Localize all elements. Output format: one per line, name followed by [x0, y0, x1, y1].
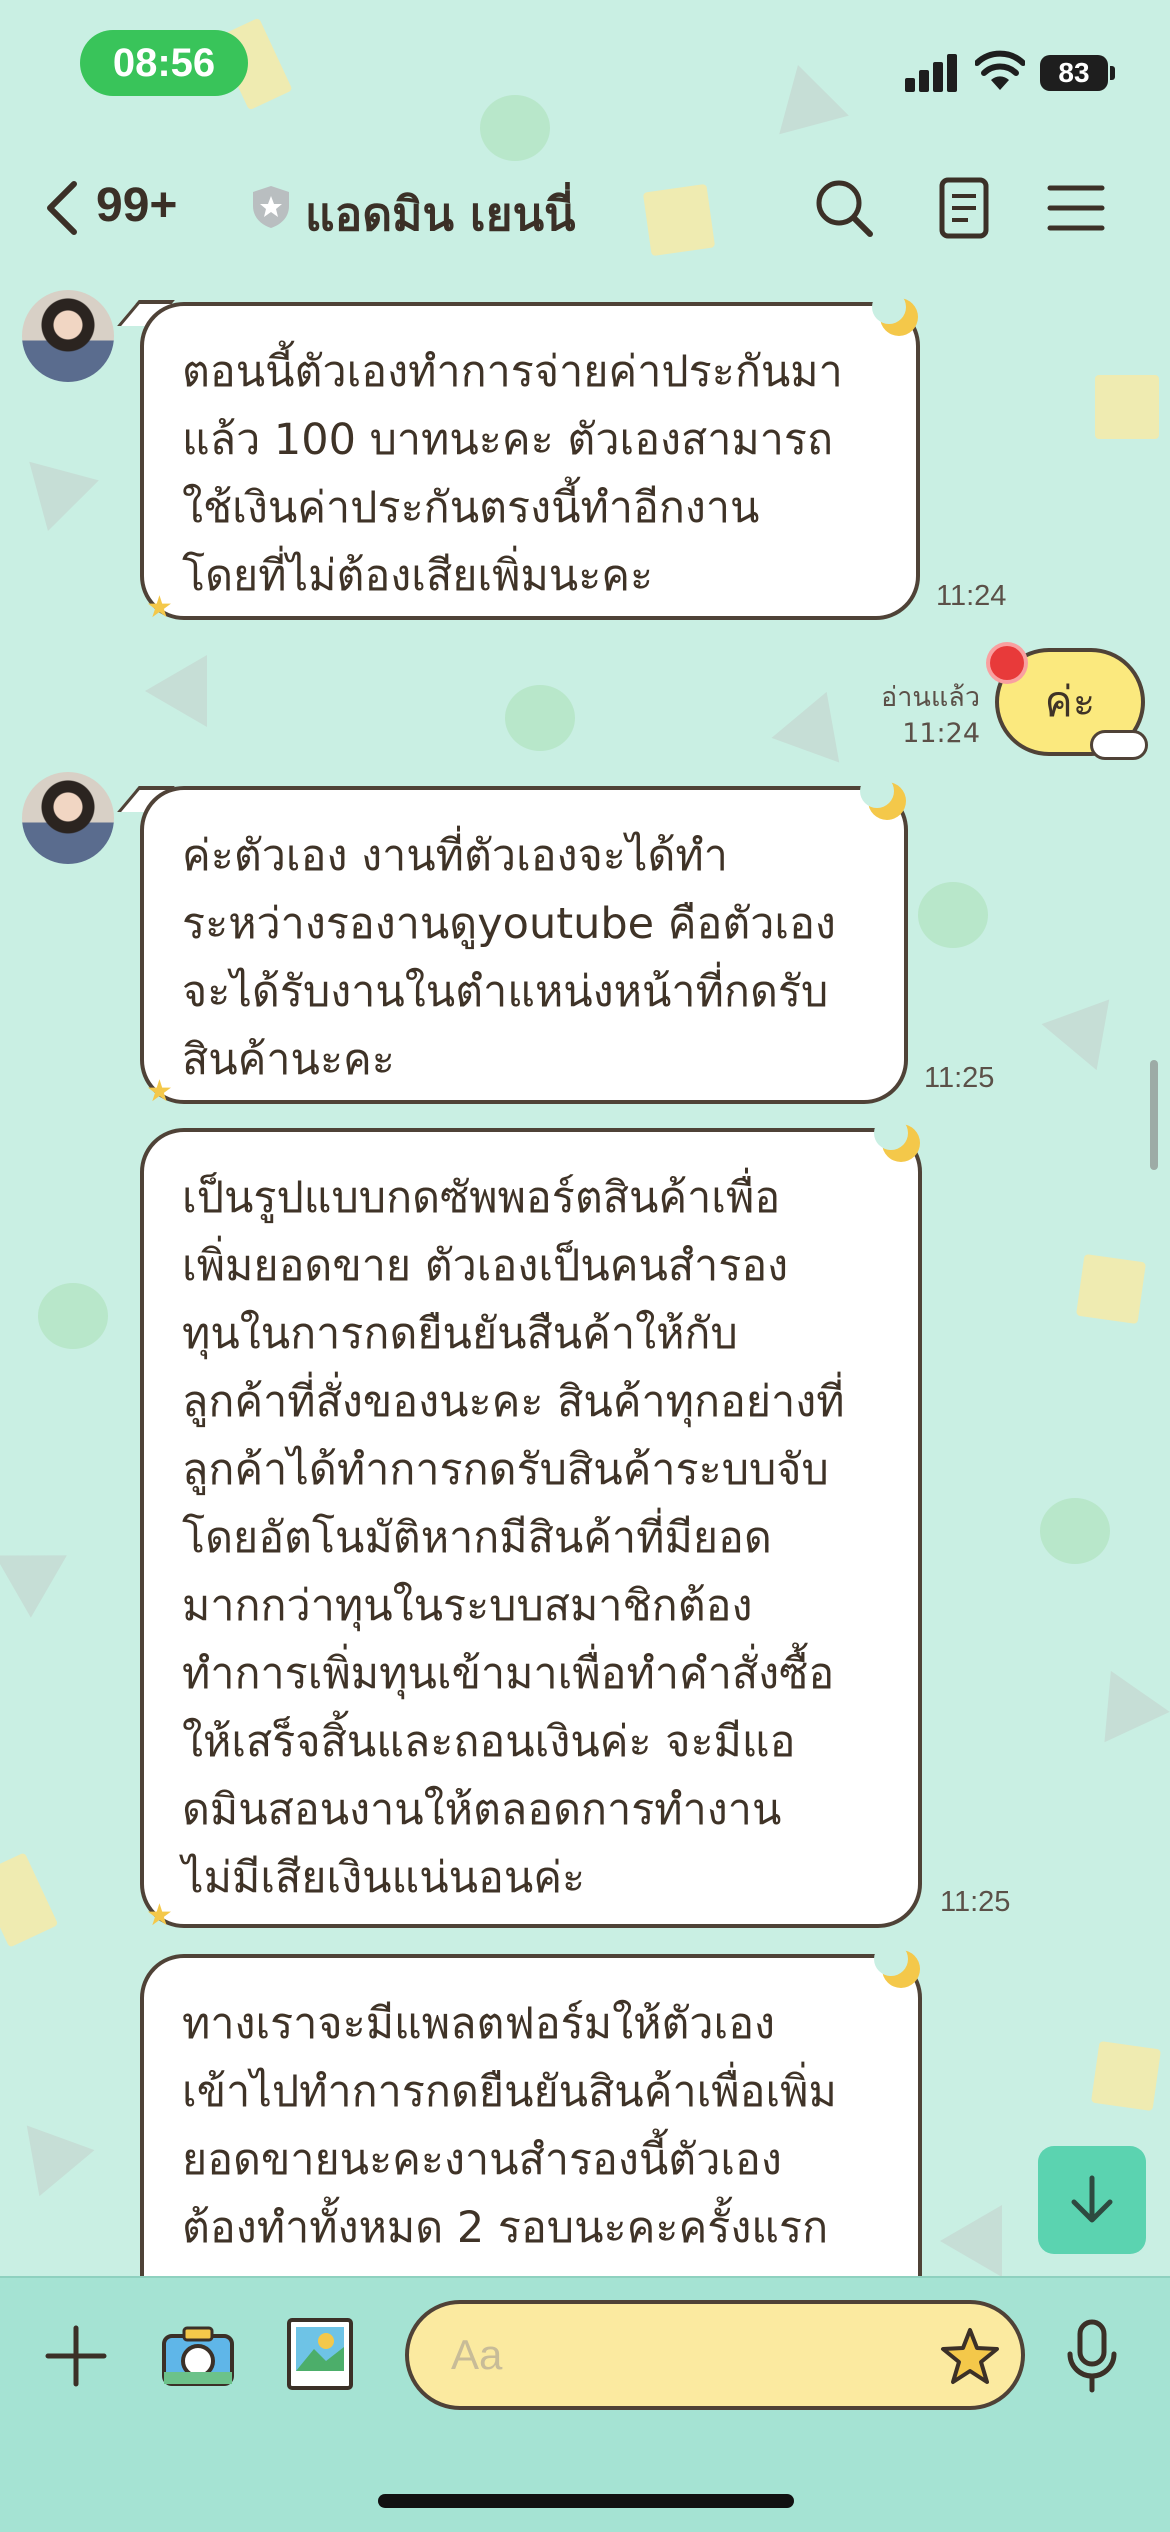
message-bubble[interactable]: ตอนนี้ตัวเองทำการจ่ายค่าประกันมา แล้ว 10… [140, 302, 920, 620]
bg-shape [1090, 2040, 1162, 2112]
message-time: 11:24 [936, 580, 1007, 612]
scroll-down-button[interactable] [1038, 2146, 1146, 2254]
bg-shape [0, 1524, 67, 1618]
status-time: 08:56 [80, 30, 248, 96]
bg-shape [5, 2125, 95, 2209]
unread-count[interactable]: 99+ [96, 178, 177, 233]
signal-icon [905, 52, 959, 92]
arrow-down-icon [1071, 2175, 1113, 2223]
message-bubble[interactable]: เป็นรูปแบบกดซัพพอร์ตสินค้าเพื่อ เพิ่มยอด… [140, 1128, 922, 1928]
message-time: 11:25 [940, 1886, 1011, 1918]
bg-shape [38, 1283, 108, 1349]
star-icon: ★ [146, 1074, 173, 1109]
home-indicator [378, 2494, 794, 2508]
moon-icon [874, 1116, 920, 1162]
plus-icon[interactable] [40, 2320, 112, 2392]
wifi-icon [975, 50, 1025, 90]
bg-shape [505, 685, 575, 751]
bg-shape [1041, 999, 1131, 1083]
message-input[interactable] [451, 2324, 911, 2386]
moon-icon [860, 774, 906, 820]
message-input-wrapper [405, 2300, 1025, 2410]
back-chevron-icon[interactable] [42, 178, 82, 238]
menu-icon[interactable] [1040, 172, 1112, 244]
my-message-time: 11:24 [902, 718, 980, 749]
bg-shape [940, 2205, 1002, 2277]
star-icon: ★ [146, 1898, 173, 1933]
bg-shape [1040, 1498, 1110, 1564]
notes-icon[interactable] [928, 172, 1000, 244]
image-icon[interactable] [284, 2314, 356, 2394]
search-icon[interactable] [808, 172, 880, 244]
chat-title: แอดมิน เยนนี่ [305, 187, 576, 241]
battery-icon [1110, 66, 1115, 80]
bg-shape [771, 679, 861, 763]
message-bubble[interactable]: ค่ะตัวเอง งานที่ตัวเองจะได้ทำ ระหว่างรอง… [140, 786, 908, 1104]
sun-icon [990, 646, 1024, 680]
bg-shape [145, 655, 207, 727]
avatar[interactable] [22, 290, 114, 382]
read-receipt: อ่านแล้ว 11:24 [850, 680, 980, 752]
camera-icon[interactable] [158, 2320, 238, 2392]
star-icon: ★ [146, 590, 173, 625]
status-bar: 08:56 83 [0, 0, 1170, 130]
battery-level: 83 [1040, 55, 1108, 91]
read-label: อ่านแล้ว [881, 682, 980, 713]
message-time: 11:25 [924, 1062, 995, 1094]
moon-icon [874, 1942, 920, 1988]
shield-icon [253, 186, 289, 228]
sticker-star-icon[interactable] [939, 2326, 1001, 2388]
moon-icon [872, 290, 918, 336]
scrollbar[interactable] [1150, 1060, 1158, 1170]
bg-shape [1075, 1253, 1147, 1325]
bg-shape [918, 882, 988, 948]
bg-shape [0, 1852, 59, 1948]
bg-shape [13, 461, 99, 541]
bg-shape [1095, 375, 1159, 439]
avatar[interactable] [22, 772, 114, 864]
microphone-icon[interactable] [1056, 2316, 1128, 2396]
cloud-icon [1090, 730, 1148, 760]
bg-shape [1078, 1655, 1170, 1743]
